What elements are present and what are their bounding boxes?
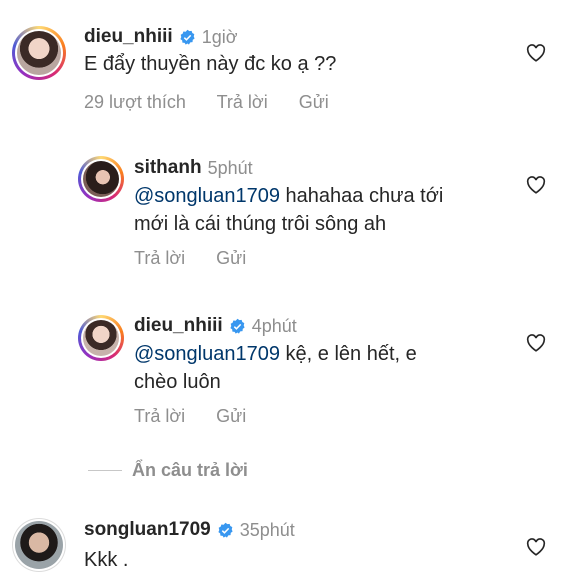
avatar[interactable] <box>12 26 66 80</box>
comment-text: Kkk . <box>84 549 129 571</box>
likes-count[interactable]: 29 lượt thích <box>84 92 186 112</box>
comment-time: 4phút <box>251 315 297 336</box>
comment-text: mới là cái thúng trôi sông ah <box>134 213 387 235</box>
reply-button[interactable]: Trả lời <box>217 92 268 112</box>
comment-text: E đẩy thuyền này đc ko ạ ?? <box>84 53 337 75</box>
send-button[interactable]: Gửi <box>299 92 329 112</box>
comment-username[interactable]: dieu_nhiii <box>134 315 223 337</box>
like-heart-icon[interactable] <box>526 44 546 62</box>
avatar[interactable] <box>78 156 124 202</box>
avatar[interactable] <box>12 518 66 572</box>
comment-text: hahahaa chưa tới <box>285 185 444 207</box>
reply-button[interactable]: Trả lời <box>134 248 185 268</box>
avatar[interactable] <box>78 315 124 361</box>
send-button[interactable]: Gửi <box>216 248 246 268</box>
verified-badge-icon <box>218 522 233 538</box>
reply-button[interactable]: Trả lời <box>134 406 185 426</box>
send-button[interactable]: Gửi <box>216 406 246 426</box>
like-heart-icon[interactable] <box>526 176 546 194</box>
mention-link[interactable]: @songluan1709 <box>134 343 280 365</box>
hide-replies-label: Ẩn câu trả lời <box>132 460 248 480</box>
comment-time: 35phút <box>239 519 295 540</box>
comment-time: 5phút <box>207 157 253 178</box>
comment-text: kệ, e lên hết, e <box>285 343 417 365</box>
comment-username[interactable]: songluan1709 <box>84 519 211 541</box>
comment-username[interactable]: dieu_nhiii <box>84 26 173 48</box>
like-heart-icon[interactable] <box>526 334 546 352</box>
mention-link[interactable]: @songluan1709 <box>134 185 280 207</box>
divider <box>88 470 122 471</box>
like-heart-icon[interactable] <box>526 538 546 556</box>
verified-badge-icon <box>230 318 245 334</box>
hide-replies-button[interactable]: Ẩn câu trả lời <box>88 460 248 481</box>
comment-text: chèo luôn <box>134 371 221 393</box>
comment-username[interactable]: sithanh <box>134 157 202 179</box>
comment-time: 1giờ <box>201 26 238 47</box>
verified-badge-icon <box>180 29 195 45</box>
